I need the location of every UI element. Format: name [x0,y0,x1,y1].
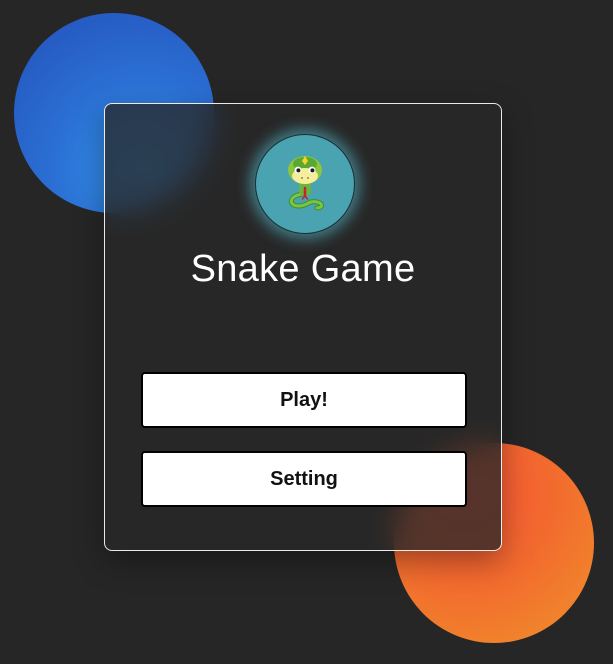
game-logo [255,134,355,234]
game-screen: Snake Game Play! Setting [0,0,613,664]
main-menu-card: Snake Game Play! Setting [104,103,502,551]
setting-button[interactable]: Setting [141,451,467,507]
game-title: Snake Game [190,248,416,290]
play-button[interactable]: Play! [141,372,467,428]
snake-icon [275,150,335,219]
